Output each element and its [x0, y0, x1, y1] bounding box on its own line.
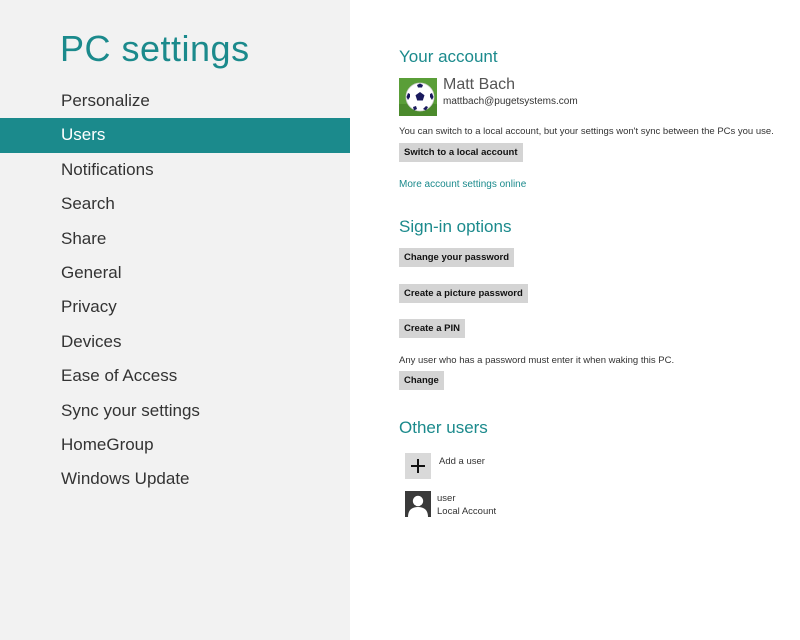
- nav-item-devices[interactable]: Devices: [0, 325, 350, 359]
- change-wake-setting-button[interactable]: Change: [399, 371, 444, 390]
- person-icon: [405, 491, 431, 517]
- nav-item-notifications[interactable]: Notifications: [0, 153, 350, 187]
- local-account-info: You can switch to a local account, but y…: [399, 126, 774, 137]
- change-password-button[interactable]: Change your password: [399, 248, 515, 267]
- sign-in-options-heading: Sign-in options: [399, 217, 512, 236]
- plus-icon: [411, 459, 425, 473]
- pc-settings-window: PC settings Personalize Users Notification…: [0, 0, 800, 640]
- account-name: Matt Bach: [443, 76, 516, 93]
- nav-item-users[interactable]: Users: [0, 118, 350, 153]
- nav-item-windows-update[interactable]: Windows Update: [0, 462, 350, 496]
- nav-item-share[interactable]: Share: [0, 222, 350, 256]
- soccer-ball-picture: [399, 78, 437, 116]
- nav-item-privacy[interactable]: Privacy: [0, 290, 350, 324]
- local-user-name[interactable]: user: [437, 493, 455, 504]
- nav-item-personalize[interactable]: Personalize: [0, 84, 350, 118]
- nav-item-general[interactable]: General: [0, 256, 350, 290]
- switch-to-local-account-button[interactable]: Switch to a local account: [399, 143, 523, 162]
- account-avatar[interactable]: [399, 78, 437, 116]
- app-title: PC settings: [60, 28, 250, 69]
- nav-item-ease-of-access[interactable]: Ease of Access: [0, 359, 350, 393]
- settings-nav-list: Personalize Users Notifications Search Share…: [0, 84, 350, 497]
- local-user-type: Local Account: [437, 506, 497, 517]
- add-user-tile[interactable]: [405, 453, 431, 479]
- nav-item-search[interactable]: Search: [0, 187, 350, 221]
- other-users-heading: Other users: [399, 418, 488, 437]
- nav-item-homegroup[interactable]: HomeGroup: [0, 428, 350, 462]
- more-account-settings-link[interactable]: More account settings online: [399, 179, 526, 190]
- add-user-label[interactable]: Add a user: [439, 456, 485, 467]
- navigation-pane: PC settings Personalize Users Notification…: [0, 0, 350, 640]
- local-user-avatar[interactable]: [405, 491, 431, 517]
- wake-password-info: Any user who has a password must enter i…: [399, 355, 675, 366]
- nav-item-sync-your-settings[interactable]: Sync your settings: [0, 394, 350, 428]
- create-pin-button[interactable]: Create a PIN: [399, 319, 465, 338]
- your-account-heading: Your account: [399, 47, 498, 66]
- account-email: mattbach@pugetsystems.com: [443, 96, 578, 107]
- create-picture-password-button[interactable]: Create a picture password: [399, 284, 528, 303]
